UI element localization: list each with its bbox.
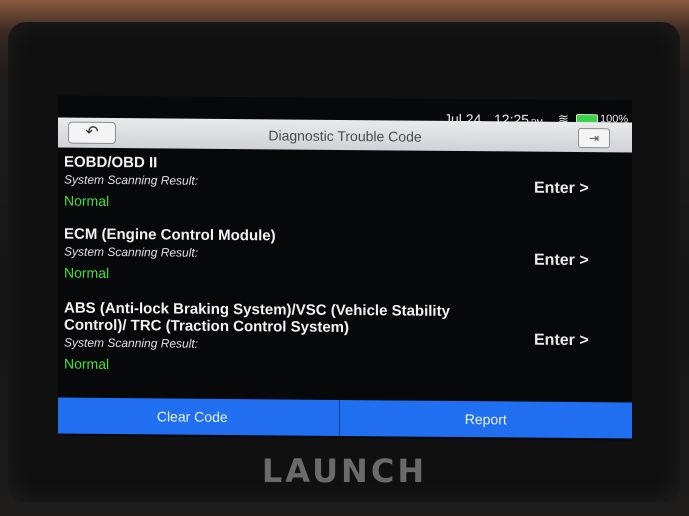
enter-link-ecm[interactable]: Enter > xyxy=(534,252,589,270)
report-button[interactable]: Report xyxy=(339,399,632,439)
action-bar: Clear Code Report xyxy=(58,397,632,439)
exit-button[interactable]: ⇥ xyxy=(578,128,610,149)
device-screen: Jul 24 12:25PM ≋ 100% ↶ Diagnostic Troub… xyxy=(58,95,632,441)
system-status: Normal xyxy=(64,355,110,372)
page-title: Diagnostic Trouble Code xyxy=(268,127,422,145)
enter-link-abs[interactable]: Enter > xyxy=(534,332,589,350)
system-row-eobd[interactable]: EOBD/OBD II System Scanning Result: Norm… xyxy=(64,154,624,214)
clear-code-button[interactable]: Clear Code xyxy=(58,397,340,436)
brand-logo: LAUNCH xyxy=(261,452,428,490)
system-list: EOBD/OBD II System Scanning Result: Norm… xyxy=(58,153,632,372)
system-name: ECM (Engine Control Module) xyxy=(64,225,276,245)
enter-link-eobd[interactable]: Enter > xyxy=(534,180,589,198)
title-bar: ↶ Diagnostic Trouble Code ⇥ xyxy=(58,117,632,153)
system-name: ABS (Anti-lock Braking System)/VSC (Vehi… xyxy=(64,299,450,337)
system-name: EOBD/OBD II xyxy=(64,153,158,172)
system-row-ecm[interactable]: ECM (Engine Control Module) System Scann… xyxy=(64,226,624,286)
exit-icon: ⇥ xyxy=(588,131,600,146)
system-row-abs[interactable]: ABS (Anti-lock Braking System)/VSC (Vehi… xyxy=(64,300,624,377)
